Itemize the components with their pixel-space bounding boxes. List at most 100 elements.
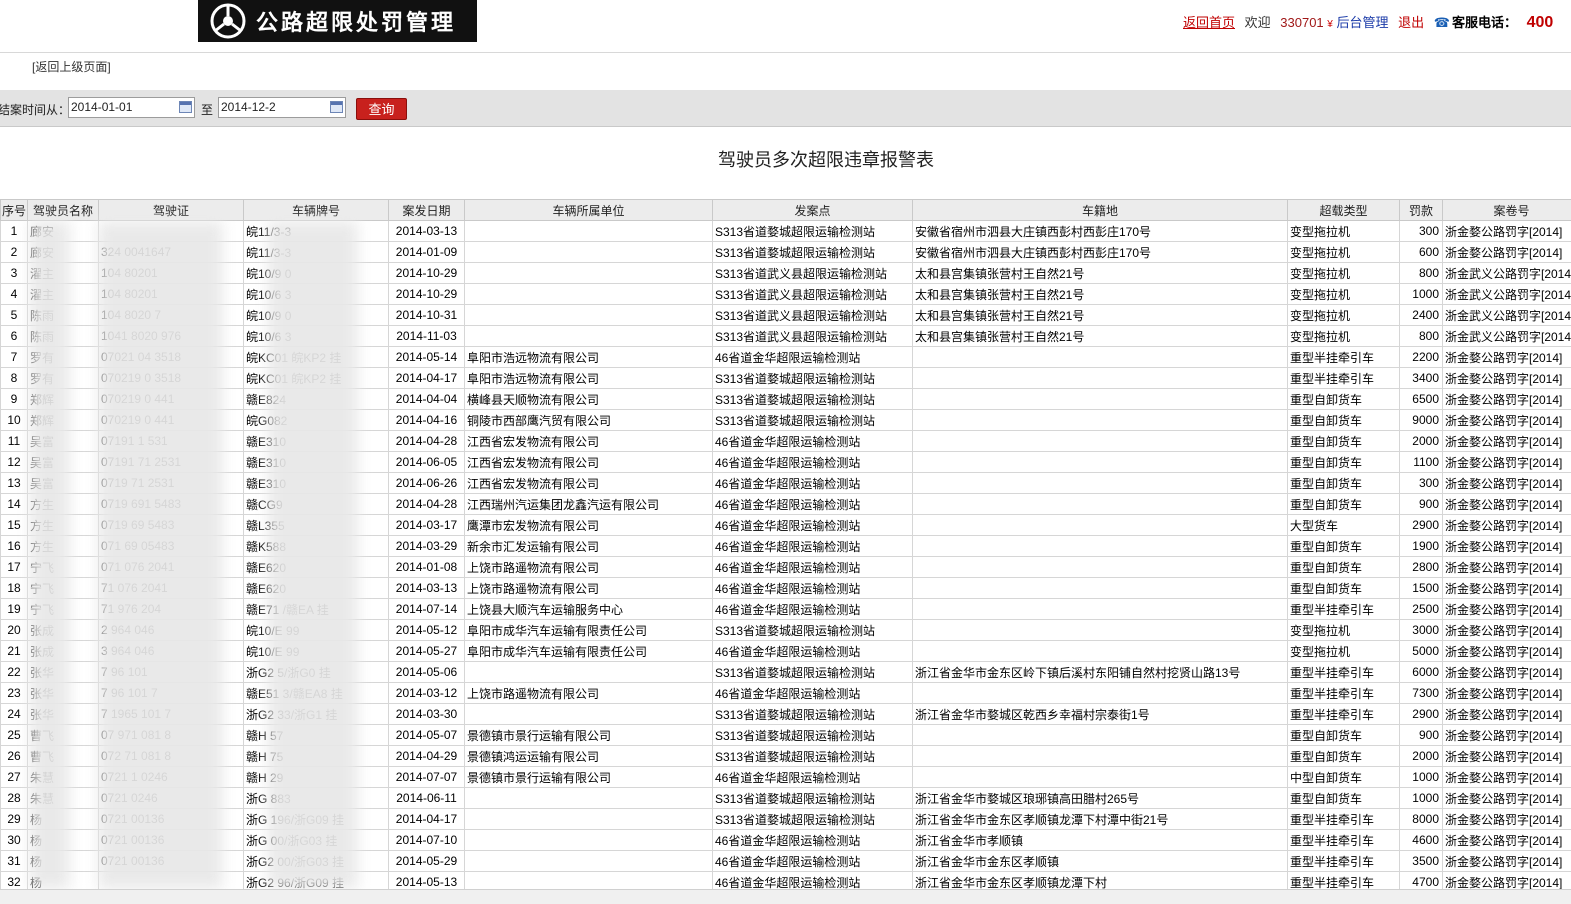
table-cell: 2200	[1400, 347, 1443, 368]
table-cell: 重型自卸货车	[1288, 410, 1400, 431]
table-cell: 浙金婺公路罚字[2014]	[1443, 557, 1571, 578]
table-cell: 上饶县大顺汽车运输服务中心	[465, 599, 713, 620]
calendar-icon[interactable]	[179, 101, 192, 113]
table-row: 8罗有070219 0 3518皖KC01 皖KP2 挂2014-04-17阜阳…	[1, 368, 1571, 389]
table-cell: 2014-03-17	[389, 515, 465, 536]
table-cell: 7300	[1400, 683, 1443, 704]
table-cell: 重型自卸货车	[1288, 389, 1400, 410]
query-button[interactable]: 查询	[356, 98, 407, 120]
table-cell: 8	[1, 368, 28, 389]
table-cell: 2014-01-09	[389, 242, 465, 263]
table-cell: S313省道婺城超限运输检测站	[713, 389, 913, 410]
table-cell: 46省道金华超限运输检测站	[713, 872, 913, 890]
table-cell	[913, 746, 1288, 767]
table-cell: 300	[1400, 221, 1443, 242]
table-cell	[913, 410, 1288, 431]
table-cell: 1000	[1400, 788, 1443, 809]
table-cell: 太和县宫集镇张营村王自然21号	[913, 284, 1288, 305]
table-cell: 46省道金华超限运输检测站	[713, 515, 913, 536]
table-cell: 浙江省金华市金东区孝顺镇龙潭下村潭中街21号	[913, 809, 1288, 830]
table-cell	[913, 515, 1288, 536]
table-cell	[913, 620, 1288, 641]
table-cell: 46省道金华超限运输检测站	[713, 494, 913, 515]
column-header: 序号	[1, 200, 28, 221]
table-cell: 2500	[1400, 599, 1443, 620]
table-row: 11吴富07191 1 531赣E3102014-04-28江西省宏发物流有限公…	[1, 431, 1571, 452]
table-cell: 6	[1, 326, 28, 347]
table-cell: 800	[1400, 263, 1443, 284]
table-cell: 重型半挂牵引车	[1288, 851, 1400, 872]
column-header: 驾驶员名称	[28, 200, 99, 221]
table-cell: 浙金婺公路罚字[2014]	[1443, 389, 1571, 410]
table-header-row: 序号驾驶员名称驾驶证车辆牌号案发日期车辆所属单位发案点车籍地超载类型罚款案卷号	[1, 200, 1571, 221]
table-cell: 3	[1, 263, 28, 284]
table-cell: S313省道婺城超限运输检测站	[713, 221, 913, 242]
table-cell: 2900	[1400, 515, 1443, 536]
admin-link[interactable]: 后台管理	[1336, 15, 1388, 30]
phone-label: 客服电话：	[1452, 15, 1517, 30]
chevron-down-icon[interactable]: ¥	[1327, 19, 1333, 30]
table-cell	[913, 557, 1288, 578]
table-cell	[465, 704, 713, 725]
date-from-label: 结案时间从：	[0, 101, 70, 118]
top-header: 公路超限处罚管理 返回首页 欢迎 330701 ¥ 后台管理 退出 ☎客服电话：…	[0, 0, 1571, 53]
back-link[interactable]: [返回上级页面]	[32, 58, 111, 75]
table-cell: 浙江省金华市金东区孝顺镇	[913, 851, 1288, 872]
table-cell: 重型半挂牵引车	[1288, 599, 1400, 620]
table-row: 7罗有07021 04 3518皖KC01 皖KP2 挂2014-05-14阜阳…	[1, 347, 1571, 368]
table-cell: 重型半挂牵引车	[1288, 368, 1400, 389]
table-cell: 浙金婺公路罚字[2014]	[1443, 221, 1571, 242]
table-cell: 浙金婺公路罚字[2014]	[1443, 242, 1571, 263]
table-cell: 46省道金华超限运输检测站	[713, 641, 913, 662]
table-cell	[913, 347, 1288, 368]
table-cell: 变型拖拉机	[1288, 326, 1400, 347]
table-cell: 2014-03-13	[389, 578, 465, 599]
table-cell: 浙金婺公路罚字[2014]	[1443, 641, 1571, 662]
table-cell: S313省道婺城超限运输检测站	[713, 620, 913, 641]
phone-number: 400	[1527, 14, 1554, 31]
table-cell: 8000	[1400, 809, 1443, 830]
table-cell	[913, 536, 1288, 557]
table-cell: 9000	[1400, 410, 1443, 431]
table-row: 6陈雨1041 8020 976皖10/6 32014-11-03S313省道武…	[1, 326, 1571, 347]
column-header: 车辆牌号	[244, 200, 389, 221]
table-cell: 2014-05-12	[389, 620, 465, 641]
table-cell: 浙金婺公路罚字[2014]	[1443, 494, 1571, 515]
table-cell: 阜阳市成华汽车运输有限责任公司	[465, 641, 713, 662]
table-cell	[913, 389, 1288, 410]
table-cell: 景德镇鸿运运输有限公司	[465, 746, 713, 767]
table-cell	[465, 872, 713, 890]
table-cell: 18	[1, 578, 28, 599]
table-cell: 重型半挂牵引车	[1288, 809, 1400, 830]
table-cell: 重型半挂牵引车	[1288, 830, 1400, 851]
table-cell: 重型自卸货车	[1288, 536, 1400, 557]
table-cell: 2014-06-26	[389, 473, 465, 494]
table-cell	[913, 641, 1288, 662]
top-nav: 返回首页 欢迎 330701 ¥ 后台管理 退出 ☎客服电话： 400	[1183, 12, 1571, 32]
date-to-input[interactable]: 2014-12-2	[218, 97, 346, 118]
table-cell: 19	[1, 599, 28, 620]
table-row: 14方生0719 691 5483赣CG92014-04-28江西瑞州汽运集团龙…	[1, 494, 1571, 515]
date-from-input[interactable]: 2014-01-01	[68, 97, 195, 118]
home-link[interactable]: 返回首页	[1183, 15, 1235, 30]
table-cell: 7	[1, 347, 28, 368]
column-header: 发案点	[713, 200, 913, 221]
calendar-icon[interactable]	[330, 101, 343, 113]
column-header: 罚款	[1400, 200, 1443, 221]
table-cell: 2014-10-29	[389, 263, 465, 284]
table-cell: S313省道婺城超限运输检测站	[713, 242, 913, 263]
table-row: 2廊安324 0041647皖11/3-32014-01-09S313省道婺城超…	[1, 242, 1571, 263]
table-cell: 重型半挂牵引车	[1288, 347, 1400, 368]
table-cell: 上饶市路遥物流有限公司	[465, 578, 713, 599]
table-cell: S313省道婺城超限运输检测站	[713, 746, 913, 767]
table-cell	[465, 809, 713, 830]
table-cell	[465, 662, 713, 683]
table-cell: S313省道武义县超限运输检测站	[713, 263, 913, 284]
table-cell: S313省道武义县超限运输检测站	[713, 305, 913, 326]
logout-link[interactable]: 退出	[1398, 15, 1424, 30]
table-cell: 46省道金华超限运输检测站	[713, 599, 913, 620]
table-row: 5陈雨104 8020 7皖10/9 02014-10-31S313省道武义县超…	[1, 305, 1571, 326]
table-cell: 阜阳市成华汽车运输有限责任公司	[465, 620, 713, 641]
table-body: 1廊安皖11/3-32014-03-13S313省道婺城超限运输检测站安徽省宿州…	[1, 221, 1571, 890]
table-cell	[913, 494, 1288, 515]
